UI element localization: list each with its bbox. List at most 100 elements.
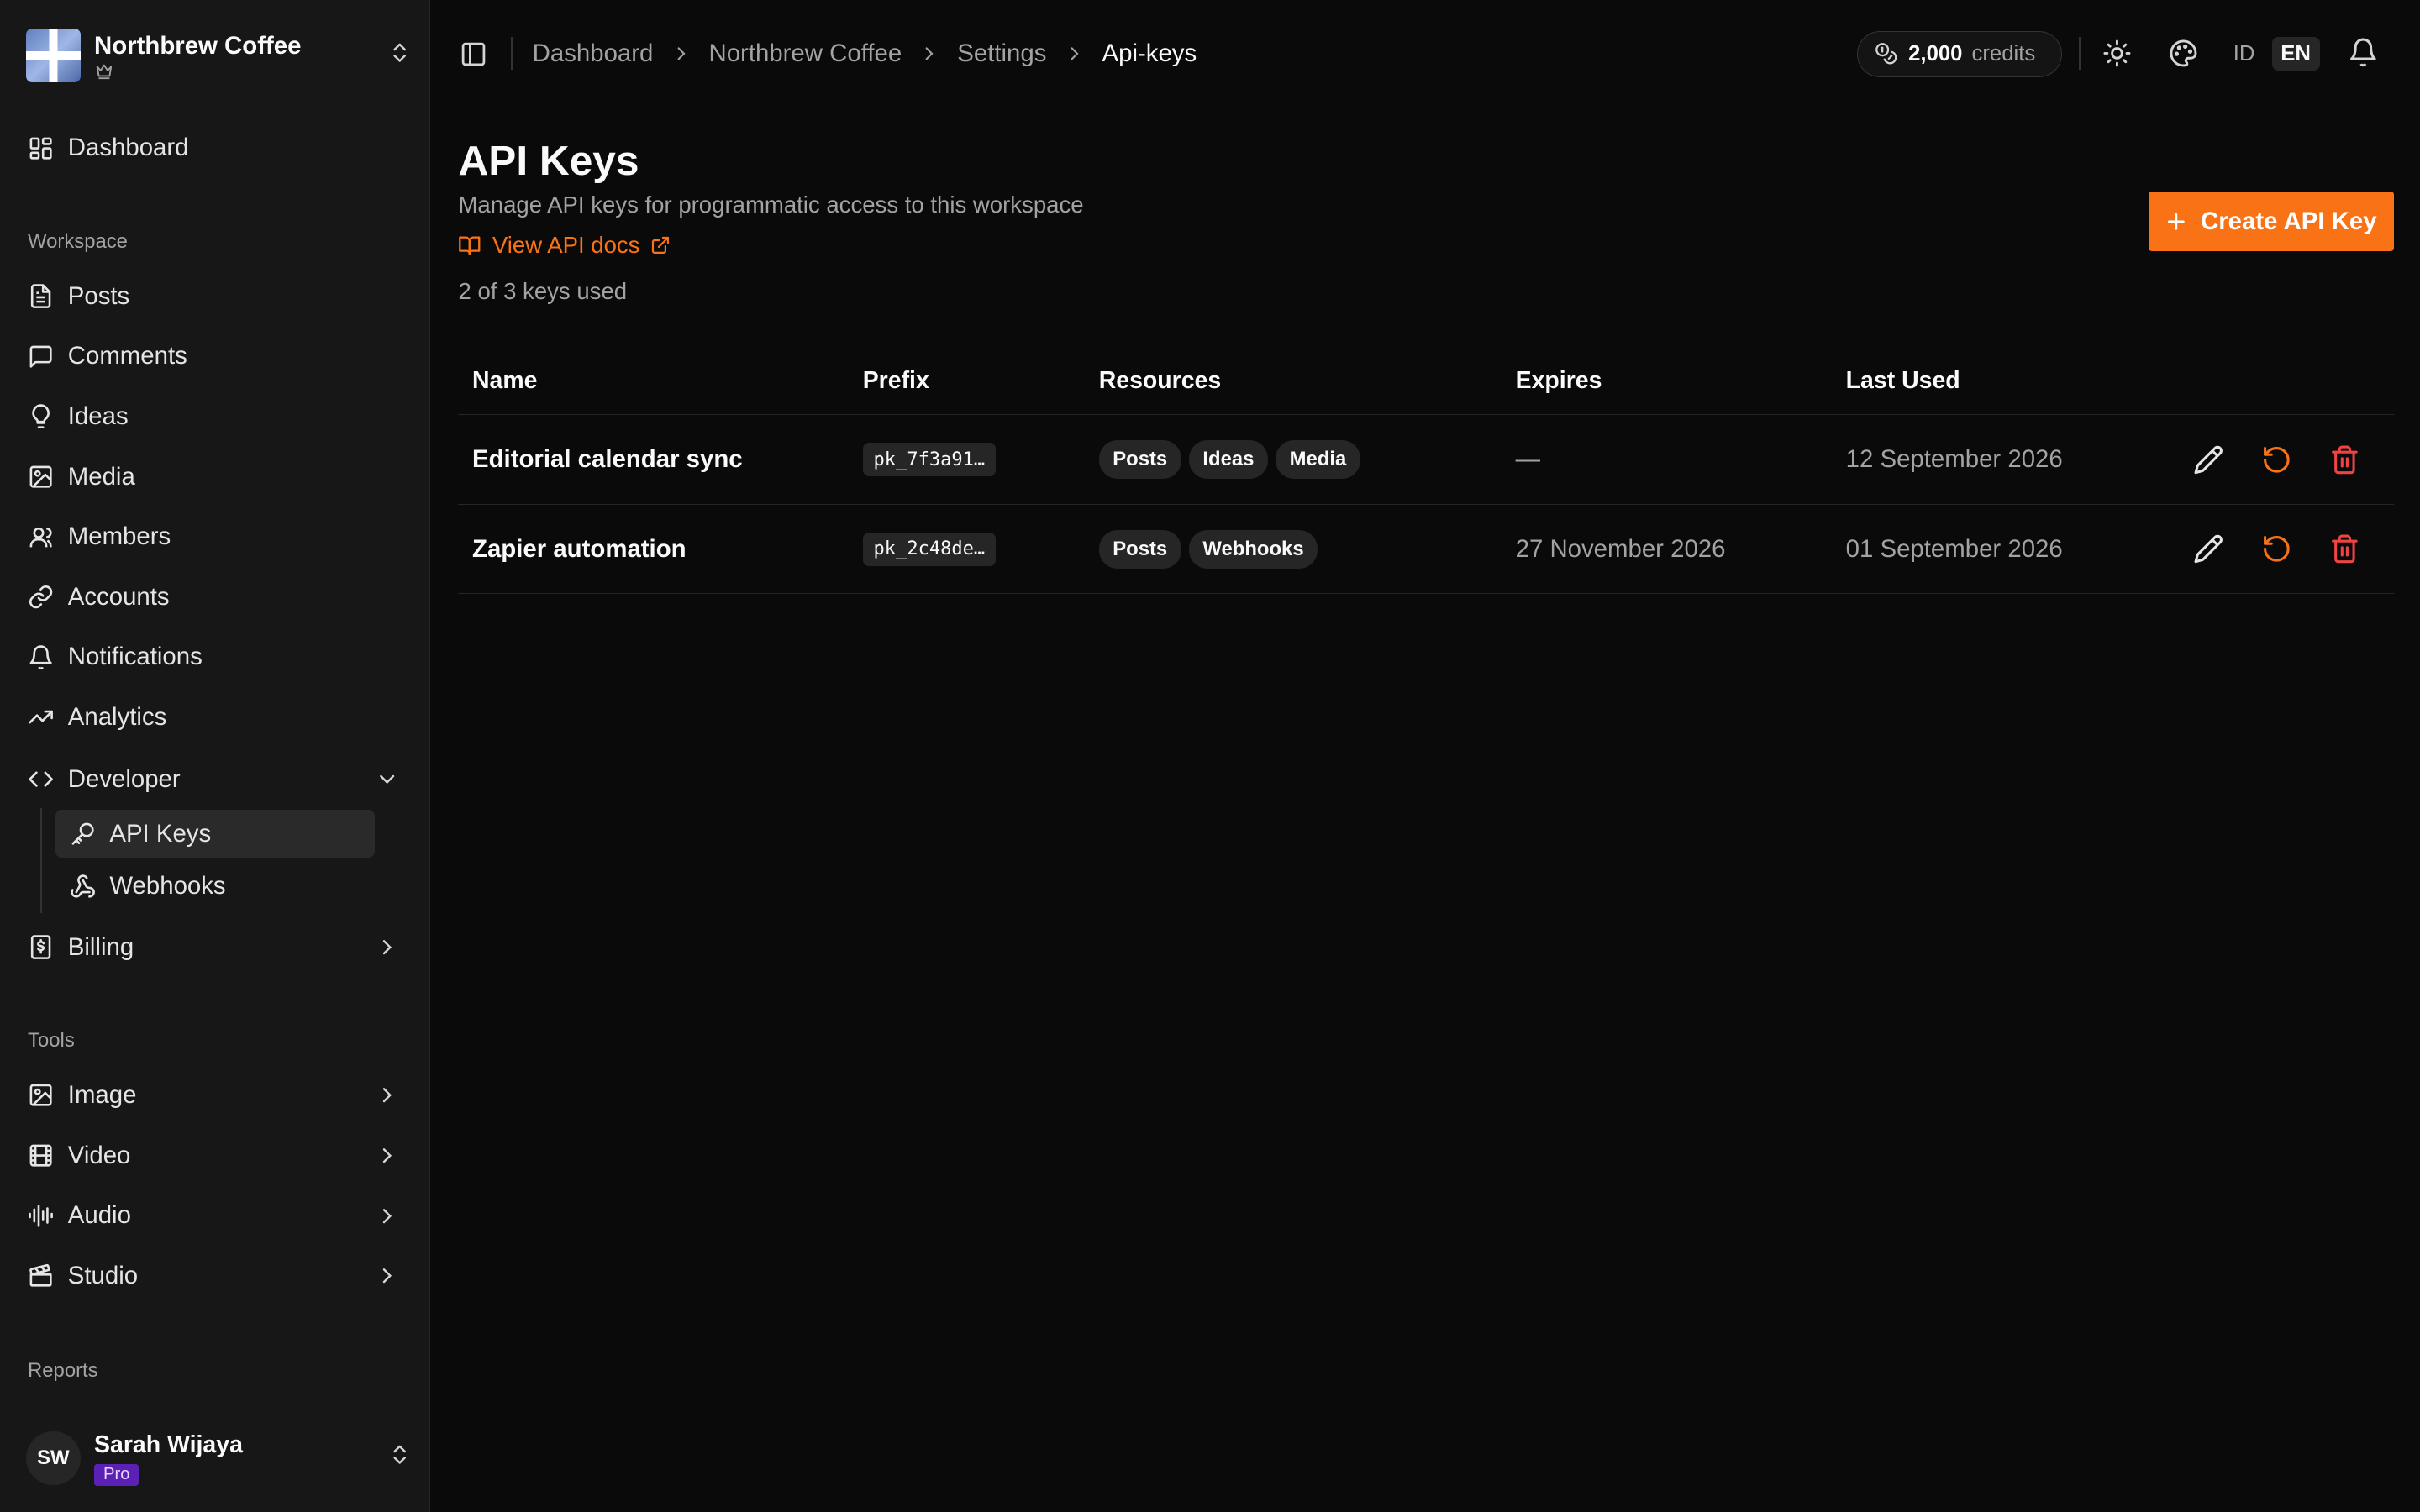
sidebar-item-posts[interactable]: Posts — [13, 270, 417, 322]
user-menu[interactable]: SW Sarah Wijaya Pro — [26, 1427, 412, 1488]
edit-pencil-icon[interactable] — [2193, 444, 2224, 475]
sun-icon[interactable] — [2102, 39, 2132, 68]
dashboard-icon — [29, 137, 52, 160]
resource-chip: Ideas — [1188, 440, 1268, 480]
sidebar-subitem-api-keys[interactable]: API Keys — [55, 810, 376, 858]
image-icon — [29, 465, 52, 488]
chevron-down-icon — [380, 774, 395, 784]
sidebar-item-notifications[interactable]: Notifications — [13, 631, 417, 683]
chevron-right-icon — [1071, 47, 1079, 60]
rotate-key-icon[interactable] — [2261, 444, 2292, 475]
sidebar-item-label: Studio — [67, 1261, 139, 1289]
sidebar-item-analytics[interactable]: Analytics — [13, 691, 417, 743]
breadcrumb-current: Api-keys — [1102, 39, 1197, 68]
crown-icon — [94, 61, 301, 80]
column-header-name[interactable]: Name — [472, 367, 538, 395]
chevron-right-icon — [677, 47, 686, 60]
language-en-button[interactable]: EN — [2271, 37, 2320, 71]
audio-lines-icon — [29, 1205, 53, 1227]
page-title: API Keys — [458, 136, 639, 184]
rotate-key-icon[interactable] — [2261, 533, 2292, 564]
credits-amount: 2,000 — [1908, 41, 1963, 66]
sidebar-item-label: Posts — [67, 281, 130, 310]
credits-badge[interactable]: 2,000 credits — [1856, 30, 2062, 77]
divider — [510, 37, 513, 70]
column-header-last-used[interactable]: Last Used — [1846, 367, 1960, 395]
sidebar-item-dashboard[interactable]: Dashboard — [13, 122, 417, 174]
key-last-used: 01 September 2026 — [1845, 534, 2063, 563]
lightbulb-icon — [32, 404, 50, 429]
chevrons-up-down-icon — [387, 40, 412, 71]
sidebar-item-developer[interactable]: Developer — [13, 753, 417, 805]
column-header-prefix[interactable]: Prefix — [863, 367, 929, 395]
breadcrumb-settings[interactable]: Settings — [957, 39, 1046, 68]
breadcrumb-dashboard[interactable]: Dashboard — [533, 39, 654, 68]
sidebar-item-image[interactable]: Image — [13, 1069, 417, 1121]
plan-badge: Pro — [94, 1463, 139, 1487]
external-link-icon — [652, 236, 670, 254]
bell-icon — [29, 645, 52, 669]
key-expires: — — [1515, 445, 1540, 474]
edit-pencil-icon[interactable] — [2193, 533, 2224, 564]
resource-chip: Posts — [1098, 529, 1181, 569]
page-subtitle: Manage API keys for programmatic access … — [458, 191, 1084, 218]
trash-icon[interactable] — [2329, 533, 2360, 564]
divider — [2079, 37, 2081, 70]
key-name: Zapier automation — [472, 534, 687, 563]
workspace-name: Northbrew Coffee — [94, 31, 302, 60]
palette-icon[interactable] — [2169, 39, 2198, 68]
sidebar-item-label: Comments — [67, 342, 187, 370]
key-icon — [71, 822, 94, 845]
create-api-key-label: Create API Key — [2201, 207, 2377, 235]
row-actions — [2178, 505, 2394, 595]
resource-chip: Posts — [1098, 440, 1181, 480]
sidebar-item-ideas[interactable]: Ideas — [13, 391, 417, 443]
chevron-right-icon — [383, 1148, 392, 1163]
trending-up-icon — [29, 711, 53, 724]
main-content: Dashboard Northbrew Coffee Settings Api-… — [430, 0, 2420, 1512]
chevron-right-icon — [383, 1268, 392, 1284]
chevron-right-icon — [383, 1208, 392, 1223]
sidebar-item-billing[interactable]: Billing — [13, 921, 417, 974]
key-usage-text: 2 of 3 keys used — [458, 277, 628, 304]
sidebar-item-media[interactable]: Media — [13, 450, 417, 502]
sidebar-toggle-icon[interactable] — [460, 40, 487, 68]
sidebar-item-label: Analytics — [67, 703, 167, 732]
trash-icon[interactable] — [2329, 444, 2360, 475]
view-api-docs-link[interactable]: View API docs — [458, 232, 671, 259]
sidebar-subitem-webhooks[interactable]: Webhooks — [55, 863, 375, 911]
column-header-resources[interactable]: Resources — [1099, 367, 1222, 395]
sidebar-item-studio[interactable]: Studio — [13, 1250, 417, 1302]
sidebar-item-members[interactable]: Members — [13, 511, 417, 563]
language-id-button[interactable]: ID — [2227, 37, 2260, 71]
reports-section-label: Reports — [28, 1359, 98, 1383]
app: Northbrew Coffee Dashboard Workspace Pos… — [0, 0, 2420, 1512]
code-icon — [29, 771, 53, 787]
table-header: Name Prefix Resources Expires Last Used — [458, 349, 2394, 416]
sidebar-subitem-label: API Keys — [109, 819, 212, 848]
resource-chip: Webhooks — [1188, 529, 1318, 569]
link-icon — [29, 585, 53, 609]
chevron-right-icon — [383, 940, 392, 955]
bell-icon[interactable] — [2348, 37, 2379, 68]
workspace-switcher[interactable]: Northbrew Coffee — [26, 24, 412, 86]
book-open-icon — [459, 236, 481, 255]
sidebar-item-label: Media — [67, 462, 135, 491]
create-api-key-button[interactable]: Create API Key — [2148, 191, 2394, 252]
receipt-icon — [30, 935, 51, 960]
key-prefix: pk_7f3a91… — [862, 443, 997, 477]
plus-icon — [2167, 213, 2185, 230]
sidebar-item-audio[interactable]: Audio — [13, 1189, 417, 1242]
sidebar-item-video[interactable]: Video — [13, 1129, 417, 1181]
avatar: SW — [26, 1431, 81, 1485]
sidebar-item-label: Accounts — [67, 582, 170, 611]
coins-icon — [1875, 43, 1897, 65]
clapperboard-icon — [29, 1264, 52, 1287]
user-icon — [29, 527, 52, 547]
sidebar-item-comments[interactable]: Comments — [13, 330, 417, 382]
column-header-expires[interactable]: Expires — [1516, 367, 1602, 395]
sidebar-item-accounts[interactable]: Accounts — [13, 571, 417, 623]
breadcrumb-workspace[interactable]: Northbrew Coffee — [708, 39, 902, 68]
credits-unit: credits — [1971, 41, 2036, 66]
table-row: Editorial calendar sync pk_7f3a91… Posts… — [458, 415, 2394, 505]
